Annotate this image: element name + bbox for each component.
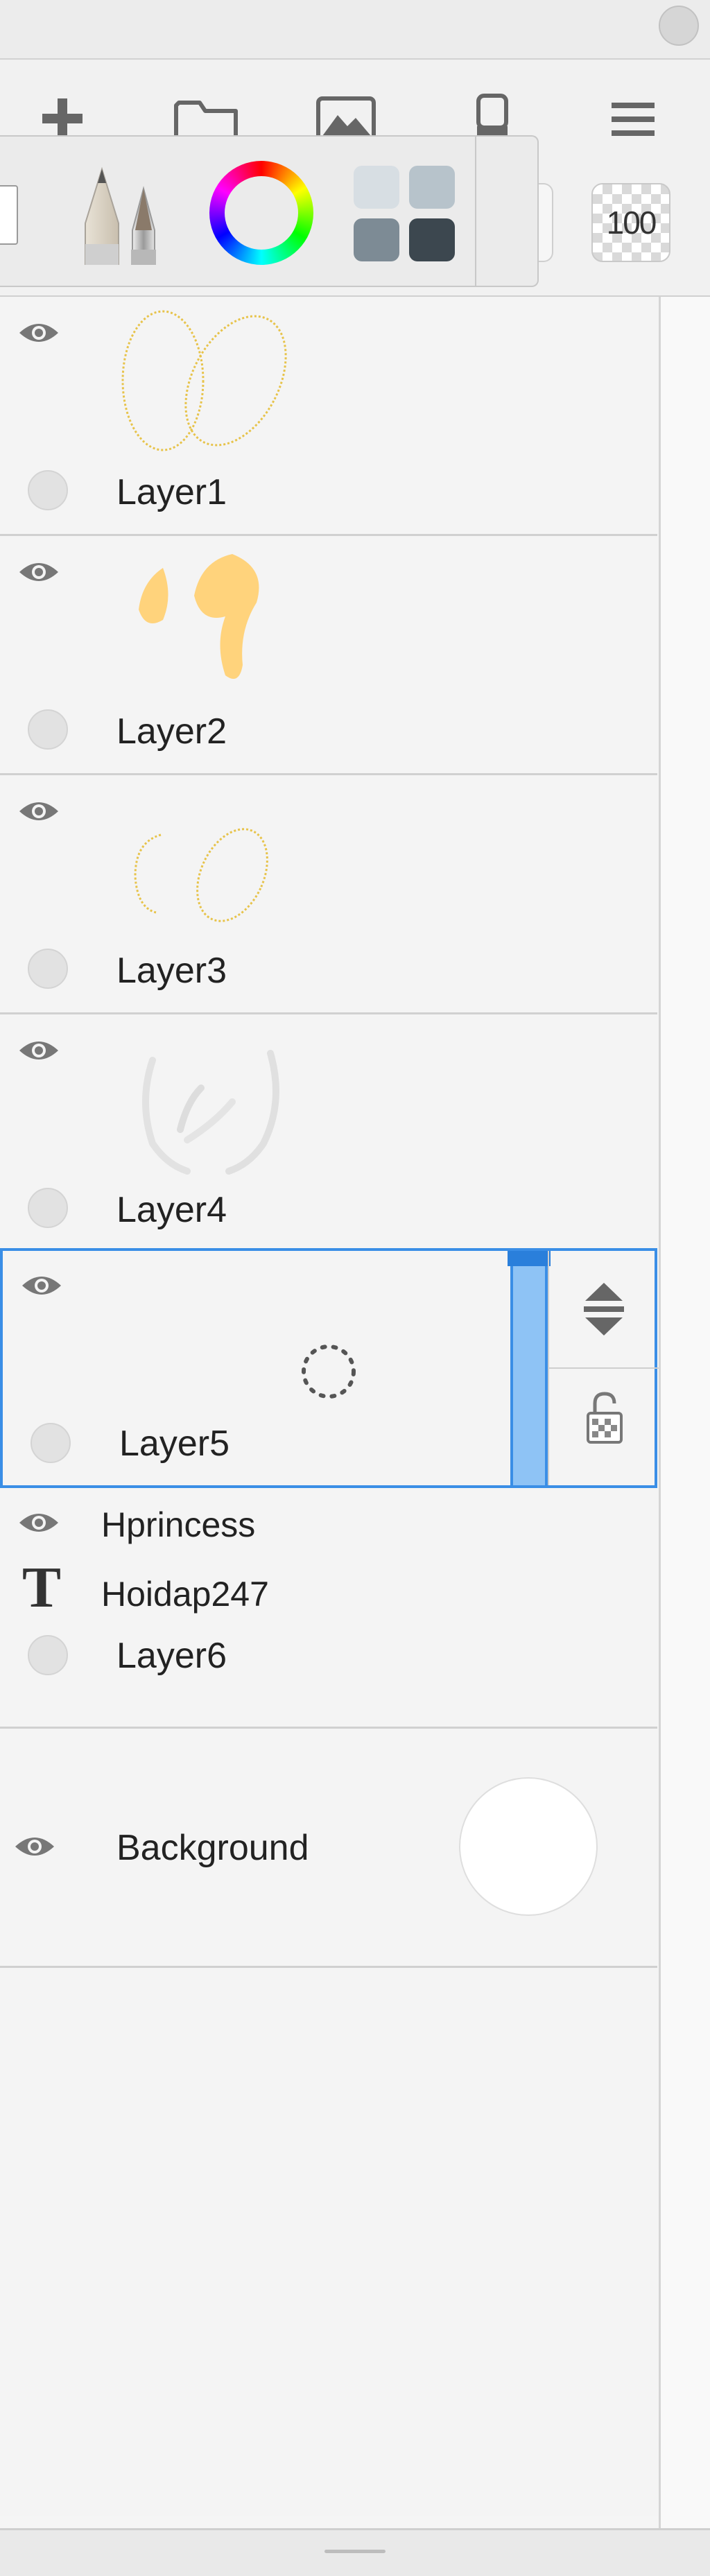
eye-icon[interactable] <box>14 1833 55 1860</box>
menu-icon[interactable] <box>610 100 656 139</box>
layer-name: Layer5 <box>119 1424 230 1464</box>
text-type-icon: T <box>22 1555 62 1620</box>
layer-thumbnail <box>97 547 291 700</box>
brush-panel <box>0 135 539 287</box>
lock-transparency-icon[interactable] <box>585 1390 624 1445</box>
layer-side-controls <box>548 1251 659 1485</box>
background-layer-row[interactable]: Background <box>0 1729 657 1968</box>
opacity-value: 100 <box>606 205 657 241</box>
layer-row[interactable]: Layer1 <box>0 297 657 536</box>
layer-select-checkbox[interactable] <box>31 1423 71 1463</box>
layer-select-checkbox[interactable] <box>28 470 68 510</box>
opacity-button[interactable]: 100 <box>591 183 670 262</box>
layer-name: Background <box>116 1828 309 1868</box>
layer-row-selected[interactable]: Layer5 <box>0 1248 659 1488</box>
eye-icon[interactable] <box>18 797 60 825</box>
text-layer-line: Hoidap247 <box>101 1575 269 1614</box>
layer-select-checkbox[interactable] <box>28 709 68 750</box>
layer-row[interactable]: Layer3 <box>0 775 657 1014</box>
layer-row[interactable]: Hprincess T Hoidap247 Layer6 <box>0 1489 657 1729</box>
eye-icon[interactable] <box>21 1272 62 1299</box>
layer-list-scroll-gutter[interactable] <box>659 297 710 2530</box>
bottom-bar <box>0 2528 710 2576</box>
eye-icon[interactable] <box>18 1509 60 1537</box>
eye-icon[interactable] <box>18 558 60 586</box>
layer-name: Layer2 <box>116 711 227 752</box>
layer-name: Layer6 <box>116 1636 227 1676</box>
side-controls-divider <box>549 1367 659 1369</box>
loading-spinner-icon <box>300 1342 358 1401</box>
layer-select-checkbox[interactable] <box>28 1635 68 1675</box>
eraser-icon[interactable] <box>471 93 513 141</box>
layer-thumbnail <box>97 308 291 460</box>
layer-thumbnail <box>97 1026 291 1178</box>
drag-handle-cap <box>508 1251 551 1266</box>
window-circle-button[interactable] <box>659 6 699 46</box>
blend-mode-icon[interactable] <box>580 1279 628 1341</box>
layer-name: Layer4 <box>116 1190 227 1230</box>
title-bar <box>0 0 710 60</box>
panel-divider <box>475 137 476 286</box>
layer-list: Layer1 Layer2 Layer3 Layer4 Layer5 Hprin… <box>0 297 659 2516</box>
brush-preview-icon[interactable] <box>0 185 18 245</box>
layer-row[interactable]: Layer2 <box>0 536 657 775</box>
resize-grip[interactable] <box>324 2550 386 2553</box>
pencil-icon[interactable] <box>66 161 177 265</box>
layer-name: Layer3 <box>116 951 227 991</box>
eye-icon[interactable] <box>18 1037 60 1064</box>
text-layer-line: Hprincess <box>101 1505 256 1544</box>
color-wheel-icon[interactable] <box>209 161 313 265</box>
layer-drag-handle[interactable] <box>508 1251 551 1485</box>
layer-select-checkbox[interactable] <box>28 949 68 989</box>
layer-name: Layer1 <box>116 472 227 512</box>
background-color-swatch[interactable] <box>459 1777 598 1916</box>
swatches-icon[interactable] <box>354 166 458 263</box>
layer-thumbnail <box>97 786 291 939</box>
layer-select-checkbox[interactable] <box>28 1188 68 1228</box>
layer-row[interactable]: Layer4 <box>0 1014 657 1254</box>
eye-icon[interactable] <box>18 319 60 347</box>
